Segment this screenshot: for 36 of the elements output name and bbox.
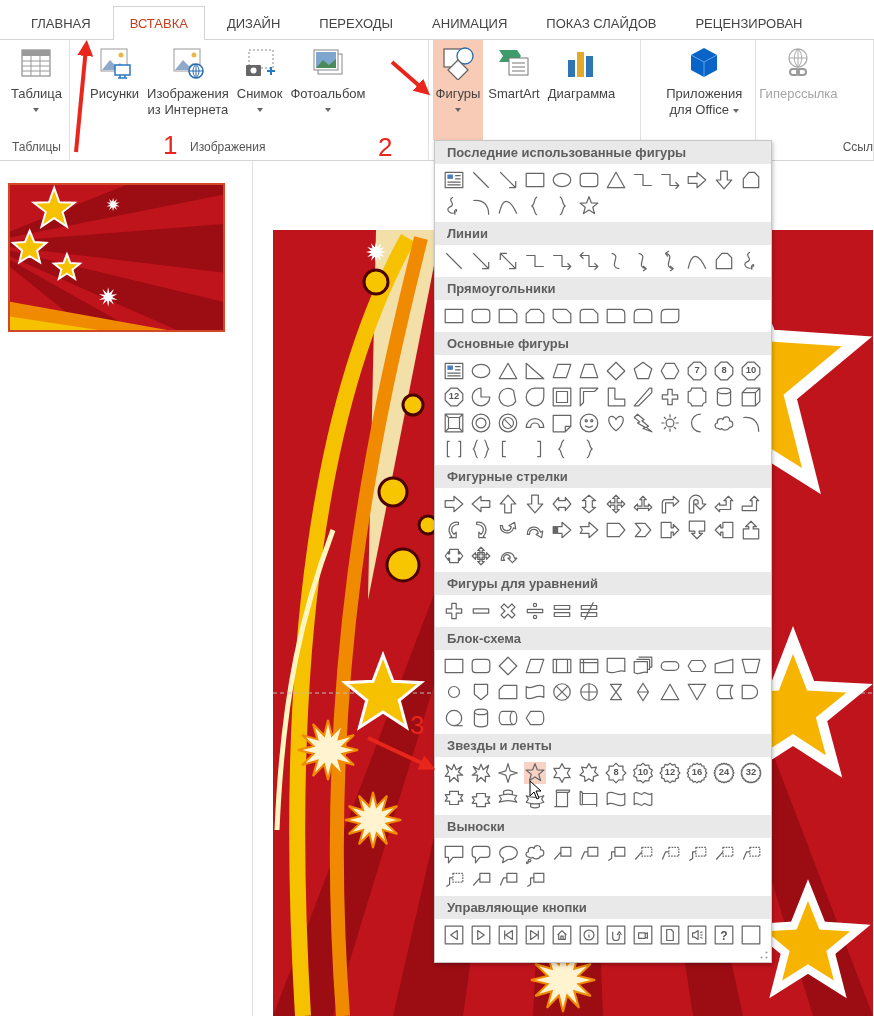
- ribbon-button[interactable]: Таблица: [8, 40, 65, 140]
- group-label: Изображения: [190, 140, 266, 156]
- section-header: Выноски: [435, 815, 771, 838]
- numbered-octagon-icon[interactable]: 12: [443, 386, 465, 408]
- seal-icon[interactable]: 24: [713, 762, 735, 784]
- section-header: Блок-схема: [435, 627, 771, 650]
- numbered-octagon-icon[interactable]: 10: [740, 360, 762, 382]
- ribbon-button[interactable]: Приложения для Office: [663, 40, 746, 140]
- ribbon-button[interactable]: Фигуры: [432, 40, 484, 140]
- section-header: Управляющие кнопки: [435, 896, 771, 919]
- ribbon-button[interactable]: Рисунки: [87, 40, 143, 140]
- annotation-number: 3: [410, 712, 425, 738]
- section-header: Линии: [435, 222, 771, 245]
- seal-icon[interactable]: 10: [632, 762, 654, 784]
- numbered-octagon-icon[interactable]: 7: [686, 360, 708, 382]
- section-header: Звезды и ленты: [435, 734, 771, 757]
- seal-icon[interactable]: 32: [740, 762, 762, 784]
- ribbon-button[interactable]: Снимок: [233, 40, 286, 140]
- seal-icon[interactable]: 12: [659, 762, 681, 784]
- section-header: Прямоугольники: [435, 277, 771, 300]
- ribbon-button[interactable]: SmartArt: [485, 40, 543, 140]
- seal-icon[interactable]: 16: [686, 762, 708, 784]
- section-header: Основные фигуры: [435, 332, 771, 355]
- group-label: Таблицы: [12, 140, 61, 156]
- help-button-icon[interactable]: ?: [713, 924, 735, 946]
- numbered-octagon-icon[interactable]: 8: [713, 360, 735, 382]
- ribbon-button[interactable]: Диаграмма: [544, 40, 619, 140]
- ribbon-button[interactable]: Фотоальбом: [287, 40, 369, 140]
- annotation-number: 1: [163, 132, 178, 158]
- group-label: Ссыл: [842, 140, 873, 156]
- ribbon-tab[interactable]: ВСТАВКА: [112, 6, 205, 40]
- section-header: Фигуры для уравнений: [435, 572, 771, 595]
- section-header: Фигурные стрелки: [435, 465, 771, 488]
- section-header: Последние использованные фигуры: [435, 141, 771, 164]
- annotation-number: 2: [378, 134, 393, 160]
- seal-icon[interactable]: 8: [605, 762, 627, 784]
